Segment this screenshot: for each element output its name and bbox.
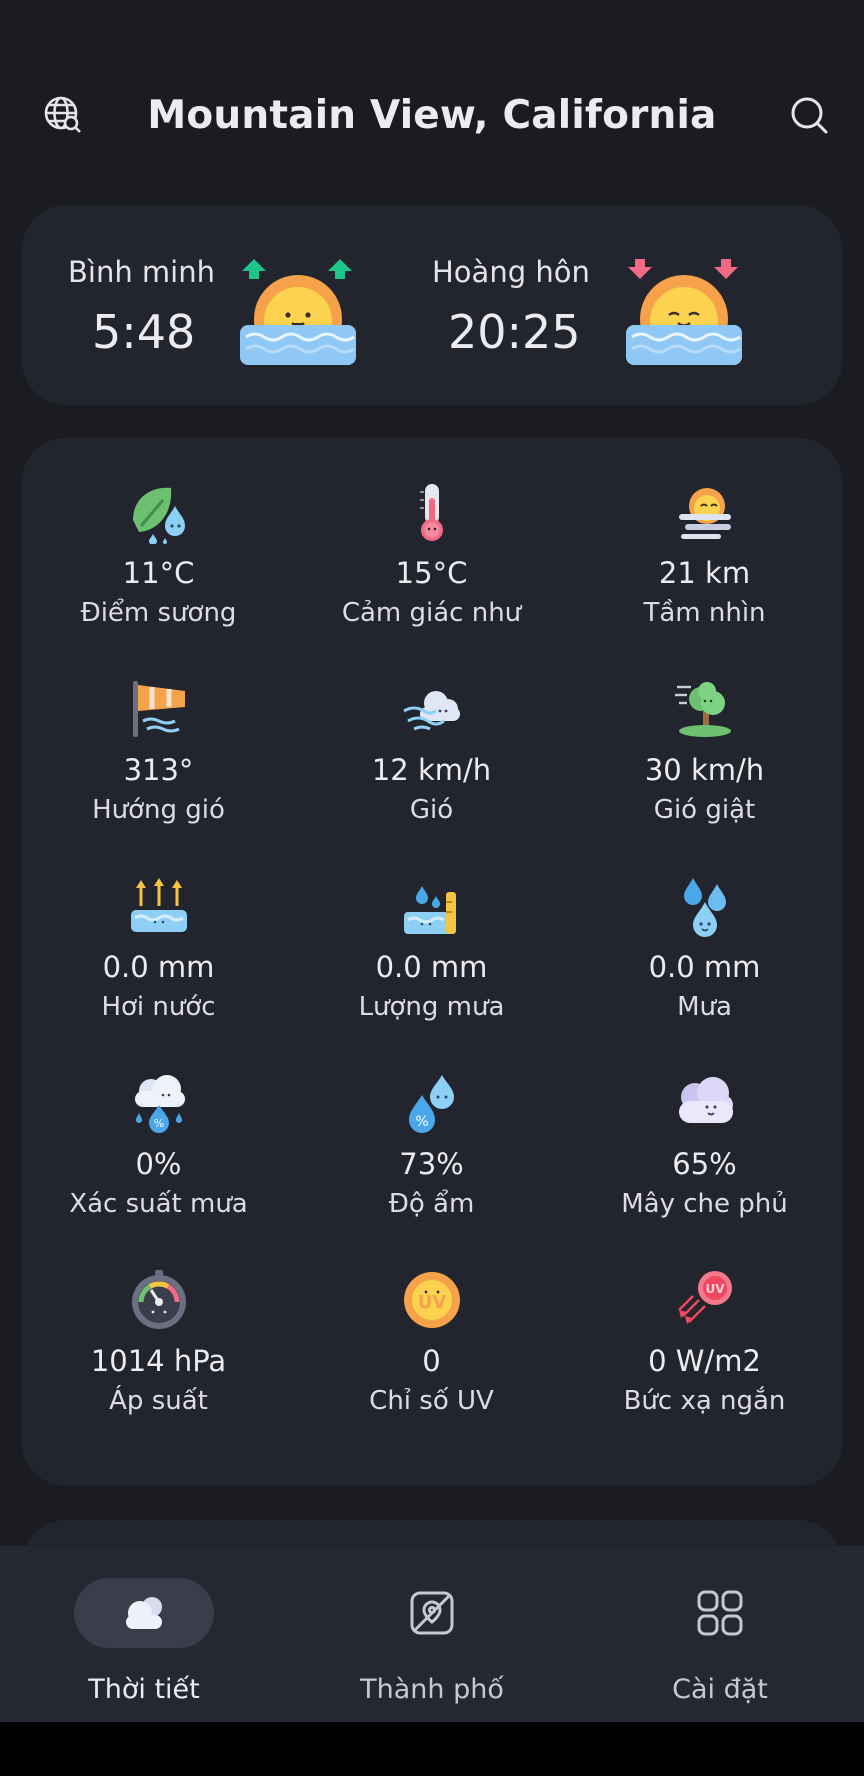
detail-value: 21 km [658,556,751,590]
detail-value: 12 km/h [371,753,492,787]
detail-label: Áp suất [109,1386,208,1416]
nav-cities-label: Thành phố [360,1674,504,1705]
detail-value: 313° [123,753,194,787]
detail-windsock: 313° Hướng gió [22,635,295,825]
pressure-gauge-icon [127,1268,191,1332]
svg-text:%: % [415,1114,428,1130]
sunset-time: 20:25 [448,305,581,359]
detail-label: Gió [409,795,454,825]
detail-label: Chỉ số UV [369,1386,494,1416]
detail-label: Mây che phủ [621,1189,788,1219]
detail-value: 0.0 mm [648,950,761,984]
page-title: Mountain View, California [147,92,717,138]
detail-value: 0 W/m2 [648,1344,761,1378]
nav-weather-pill [74,1578,214,1648]
nav-cities-pill [362,1578,502,1648]
detail-shortwave-radiation: UV 0 W/m2 Bức xạ ngắn [568,1226,841,1416]
detail-label: Mưa [677,992,732,1022]
cloud-icon [126,1597,162,1629]
weather-details-card: 11°C Điểm sương 15°C Cảm giác như 21 km Tầm n… [22,438,842,1486]
thermometer-icon [400,480,464,544]
detail-thermometer: 15°C Cảm giác như [295,438,568,628]
visibility-icon [673,480,737,544]
detail-value: 65% [672,1147,737,1181]
detail-value: 0% [135,1147,182,1181]
detail-value: 11°C [122,556,195,590]
nav-settings-label: Cài đặt [672,1674,768,1705]
sunrise-section: Bình minh 5:48 [22,205,432,405]
nav-cities[interactable]: Thành phố [288,1546,576,1722]
cloud-cover-icon [673,1071,737,1135]
detail-value: 73% [399,1147,464,1181]
detail-rain-probability: % 0% Xác suất mưa [22,1029,295,1219]
grid-icon [697,1590,743,1636]
rain-gauge-icon [400,874,464,938]
detail-pressure-gauge: 1014 hPa Áp suất [22,1226,295,1416]
detail-label: Hơi nước [101,992,216,1022]
detail-label: Bức xạ ngắn [623,1386,786,1416]
app-header: Mountain View, California [0,80,864,150]
sunrise-label: Bình minh [68,255,215,289]
system-bar [0,1722,864,1776]
detail-value: 0 [422,1344,441,1378]
sunset-label: Hoàng hôn [432,255,590,289]
detail-label: Gió giật [653,795,756,825]
city-search-button[interactable] [40,92,86,138]
detail-rain-gauge: 0.0 mm Lượng mưa [295,832,568,1022]
sunset-icon [626,259,742,365]
detail-label: Hướng gió [92,795,225,825]
search-button[interactable] [786,92,832,138]
wind-icon [400,677,464,741]
humidity-icon: % [400,1071,464,1135]
detail-uv-index: UV 0 Chỉ số UV [295,1226,568,1416]
detail-value: 1014 hPa [90,1344,227,1378]
detail-evaporation: 0.0 mm Hơi nước [22,832,295,1022]
dew-point-icon [127,480,191,545]
detail-raindrops: 0.0 mm Mưa [568,832,841,1022]
windsock-icon [127,677,191,741]
nav-settings-pill [650,1578,790,1648]
wind-gust-icon [673,677,737,741]
detail-visibility: 21 km Tầm nhìn [568,438,841,628]
detail-value: 15°C [395,556,468,590]
svg-text:UV: UV [705,1282,725,1296]
sunrise-time: 5:48 [92,305,196,359]
weather-screen: Mountain View, California Bình minh 5:48 [0,0,864,1776]
rain-probability-icon: % [127,1071,191,1135]
svg-text:%: % [153,1117,163,1130]
detail-value: 0.0 mm [102,950,215,984]
globe-search-icon [44,96,81,133]
raindrops-icon [673,874,737,938]
detail-label: Độ ẩm [388,1189,475,1219]
shortwave-radiation-icon: UV [673,1268,737,1332]
detail-dew-point: 11°C Điểm sương [22,438,295,628]
sunrise-icon [240,259,356,365]
detail-label: Lượng mưa [358,992,505,1022]
detail-label: Tầm nhìn [643,598,766,628]
details-grid: 11°C Điểm sương 15°C Cảm giác như 21 km Tầm n… [22,438,842,1486]
detail-label: Xác suất mưa [69,1189,248,1219]
nav-weather[interactable]: Thời tiết [0,1546,288,1722]
nav-settings[interactable]: Cài đặt [576,1546,864,1722]
detail-label: Điểm sương [80,598,237,628]
uv-index-icon: UV [400,1268,464,1332]
bottom-navigation: Thời tiết Thành phố Cài đặt [0,1546,864,1722]
sun-card: Bình minh 5:48 Hoàng hôn 20:25 [22,205,842,405]
detail-value: 0.0 mm [375,950,488,984]
evaporation-icon [127,874,191,938]
map-pin-icon [410,1591,454,1635]
detail-humidity: % 73% Độ ẩm [295,1029,568,1219]
nav-weather-label: Thời tiết [88,1674,200,1705]
search-icon [791,97,828,134]
detail-value: 30 km/h [644,753,765,787]
svg-text:UV: UV [417,1292,446,1313]
detail-wind-gust: 30 km/h Gió giật [568,635,841,825]
detail-wind: 12 km/h Gió [295,635,568,825]
detail-cloud-cover: 65% Mây che phủ [568,1029,841,1219]
sunset-section: Hoàng hôn 20:25 [432,205,842,405]
detail-label: Cảm giác như [341,598,522,628]
